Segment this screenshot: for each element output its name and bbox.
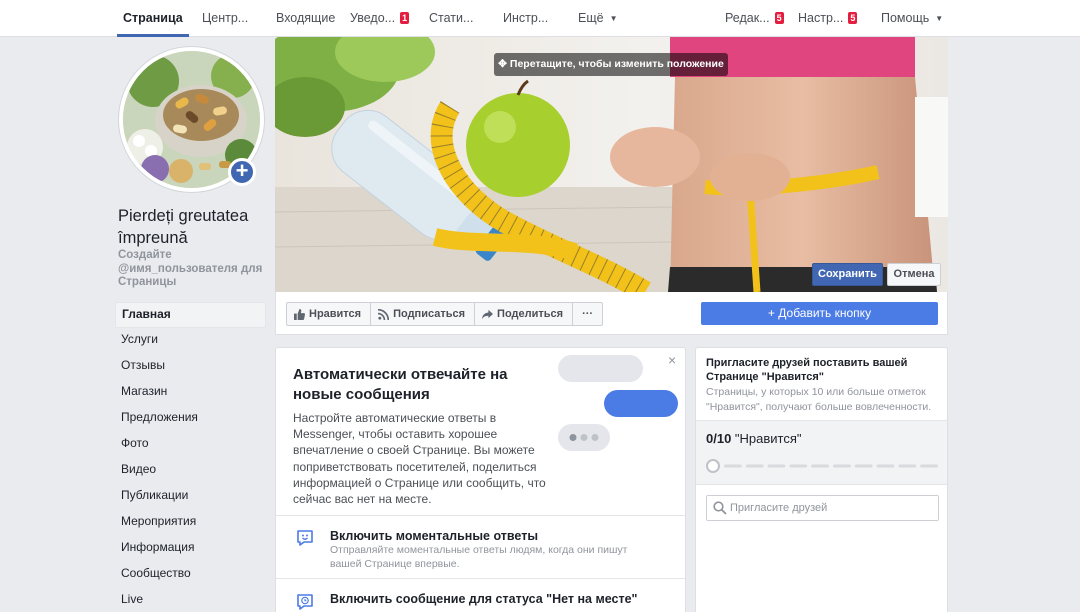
tab-settings[interactable]: Настр... 5 (798, 0, 858, 37)
tab-statistics[interactable]: Стати... (429, 0, 473, 37)
plus-icon: + (767, 306, 779, 320)
more-options-button[interactable]: ··· (573, 303, 602, 325)
instant-replies-description: Отправляйте моментальные ответы людям, к… (330, 544, 628, 570)
add-photo-button[interactable]: + (228, 158, 256, 186)
tab-inbox[interactable]: Входящие (276, 0, 335, 37)
away-message-title: Включить сообщение для статуса "Нет на м… (330, 592, 638, 606)
progress-segment (767, 464, 786, 468)
move-arrows-icon: ✥ (498, 58, 510, 70)
chat-bubble-illustration (558, 355, 643, 382)
tab-center[interactable]: Центр... (202, 0, 248, 37)
caret-down-icon: ▼ (935, 14, 944, 23)
divider (276, 578, 685, 579)
notifications-badge: 1 (400, 12, 410, 24)
progress-segments (724, 464, 938, 468)
page-sidebar: Главная Услуги Отзывы Магазин Предложени… (115, 302, 266, 612)
like-button[interactable]: Нравится (287, 303, 372, 325)
messenger-card-title: Автоматически отвечайте на новые сообщен… (293, 366, 508, 403)
settings-badge: 5 (848, 12, 858, 24)
progress-segment (920, 464, 938, 468)
follow-button[interactable]: Подписаться (371, 303, 476, 325)
sidebar-item-offers[interactable]: Предложения (115, 406, 266, 432)
sidebar-item-events[interactable]: Мероприятия (115, 510, 266, 536)
tab-help[interactable]: Помощь ▼ (881, 0, 943, 37)
sidebar-item-shop[interactable]: Магазин (115, 380, 266, 406)
create-username-link[interactable]: Создайте @имя_пользователя для Страницы (118, 249, 274, 290)
tab-more[interactable]: Ещё ▼ (578, 0, 618, 37)
close-icon[interactable]: × (668, 352, 676, 368)
progress-segment (833, 464, 851, 468)
sidebar-item-home[interactable]: Главная (115, 302, 266, 328)
invite-card-title: Пригласите друзей поставить вашей Страни… (706, 357, 908, 383)
top-navigation-bar: Страница Центр... Входящие Уведо... 1 Ста… (0, 0, 1080, 37)
progress-segment (876, 464, 895, 468)
messenger-card-description: Настройте автоматические ответы в Messen… (293, 411, 546, 507)
progress-segment (789, 464, 808, 468)
likes-progress-panel (696, 420, 947, 485)
add-button-button[interactable]: + Добавить кнопку (701, 302, 938, 325)
typing-dots-icon (569, 434, 599, 441)
sidebar-item-videos[interactable]: Видео (115, 458, 266, 484)
page-title: Pierdeți greutatea împreună (118, 207, 249, 247)
likes-progress-bar (706, 459, 938, 473)
chat-bubble-illustration (604, 390, 678, 417)
edit-badge: 5 (774, 12, 784, 24)
progress-segment (811, 464, 829, 468)
caret-down-icon: ▼ (609, 14, 618, 23)
action-buttons-group: Нравится Подписаться Поделиться ··· (286, 302, 604, 326)
progress-segment (724, 464, 742, 468)
smiley-chat-icon (297, 530, 313, 546)
invite-friends-search[interactable]: Пригласите друзей (706, 495, 939, 521)
sidebar-item-posts[interactable]: Публикации (115, 484, 266, 510)
thumbs-up-icon (294, 308, 305, 320)
cancel-cover-button[interactable]: Отмена (887, 263, 941, 286)
tab-tools[interactable]: Инстр... (503, 0, 548, 37)
sidebar-item-about[interactable]: Информация (115, 536, 266, 562)
save-cover-button[interactable]: Сохранить (812, 263, 883, 286)
invite-card-description: Страницы, у которых 10 или больше отмето… (706, 386, 932, 413)
sidebar-item-live[interactable]: Live (115, 588, 266, 612)
drag-to-reposition-hint: ✥ Перетащите, чтобы изменить положение (494, 53, 728, 76)
tab-notifications[interactable]: Уведо... 1 (350, 0, 410, 37)
likes-counter: 0/10 "Нравится" (706, 431, 802, 446)
search-icon (713, 501, 727, 515)
divider (276, 515, 685, 516)
search-input[interactable]: Пригласите друзей (730, 496, 827, 520)
instant-replies-title: Включить моментальные ответы (330, 529, 538, 543)
clock-chat-icon (297, 594, 313, 610)
typing-indicator-illustration (558, 424, 610, 451)
messenger-auto-reply-card: Автоматически отвечайте на новые сообщен… (275, 347, 686, 612)
share-button[interactable]: Поделиться (475, 303, 574, 325)
progress-segment (898, 464, 917, 468)
share-arrow-icon (482, 309, 494, 319)
rss-icon (378, 308, 390, 320)
progress-knob (706, 459, 720, 473)
invite-friends-card: Пригласите друзей поставить вашей Страни… (695, 347, 948, 612)
sidebar-item-community[interactable]: Сообщество (115, 562, 266, 588)
sidebar-item-services[interactable]: Услуги (115, 328, 266, 354)
sidebar-item-reviews[interactable]: Отзывы (115, 354, 266, 380)
tab-edit[interactable]: Редак... 5 (725, 0, 784, 37)
sidebar-item-photos[interactable]: Фото (115, 432, 266, 458)
progress-segment (745, 464, 764, 468)
progress-segment (854, 464, 873, 468)
tab-page[interactable]: Страница (117, 0, 189, 37)
